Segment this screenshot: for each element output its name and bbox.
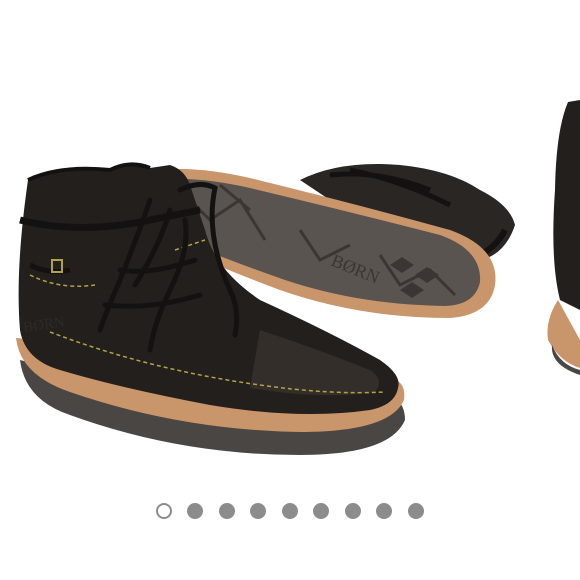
pagination-dot-2[interactable] [187,503,203,519]
pagination-dot-8[interactable] [376,503,392,519]
pagination-dot-1[interactable] [155,503,172,519]
pagination-dot-9[interactable] [407,503,424,519]
pagination-dot-6[interactable] [313,503,329,519]
pagination-dot-7[interactable] [344,503,361,519]
pagination-dot-3[interactable] [218,503,235,519]
product-image: BØRN BØRN [0,70,580,490]
image-carousel[interactable]: BØRN BØRN [0,0,580,580]
pagination-dot-4[interactable] [250,503,266,519]
pagination-dot-5[interactable] [281,503,298,519]
next-slide-peek [547,100,580,375]
carousel-pagination [0,501,580,521]
boot-pair-illustration: BØRN BØRN [16,100,580,455]
